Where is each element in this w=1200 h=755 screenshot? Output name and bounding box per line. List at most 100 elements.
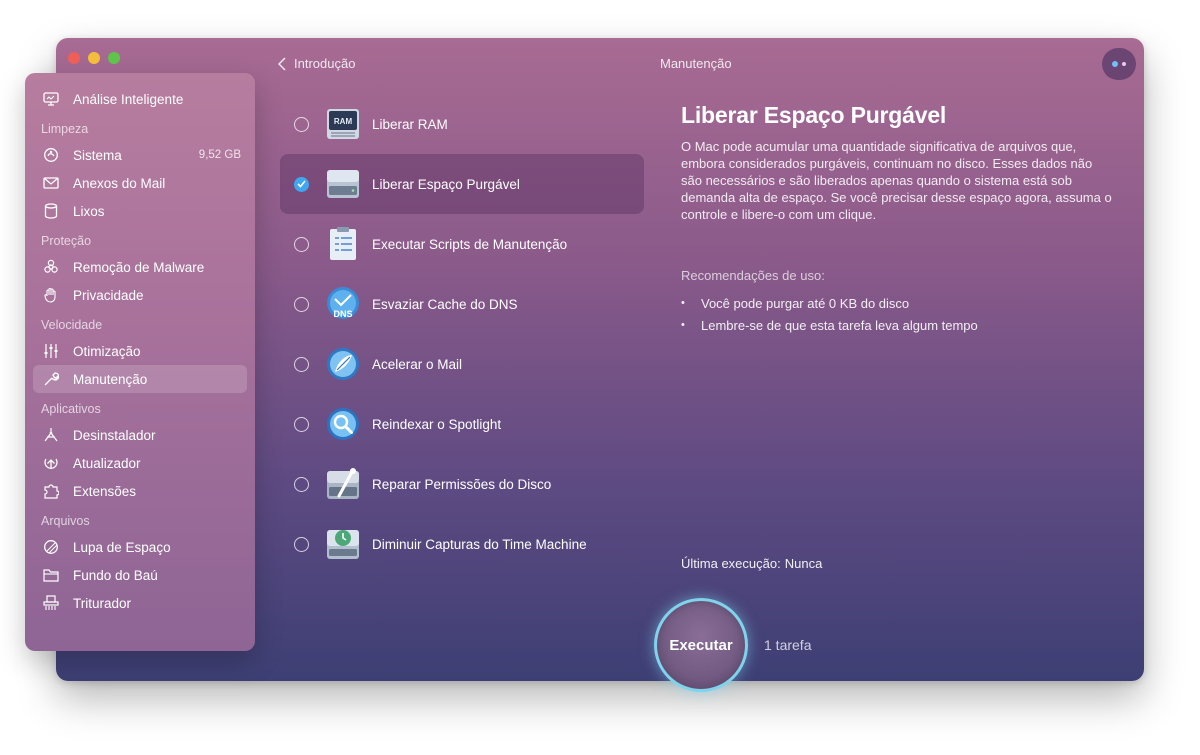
- task-checkbox[interactable]: [294, 476, 309, 492]
- list-item: • Lembre-se de que esta tarefa leva algum…: [681, 314, 978, 336]
- sidebar-section-title: Velocidade: [41, 318, 103, 332]
- task-checkbox[interactable]: [294, 356, 309, 372]
- recommendation-text: Você pode purgar até 0 KB do disco: [701, 295, 910, 311]
- task-run-maintenance-scripts[interactable]: Executar Scripts de Manutenção: [280, 214, 644, 274]
- sidebar-section-title: Limpeza: [41, 122, 89, 136]
- sidebar-item-updater[interactable]: Atualizador: [33, 449, 247, 477]
- task-label: Reparar Permissões do Disco: [372, 476, 552, 492]
- sidebar-item-label: Lupa de Espaço: [73, 539, 171, 555]
- sidebar-item-space-lens[interactable]: Lupa de Espaço: [33, 533, 247, 561]
- task-checkbox[interactable]: [294, 296, 309, 312]
- space-lens-icon: [42, 538, 60, 556]
- sidebar-item-label: Manutenção: [73, 371, 148, 387]
- clipboard-icon: [330, 227, 356, 260]
- sidebar-item-trash[interactable]: Lixos: [33, 197, 247, 225]
- task-free-purgeable-space[interactable]: Liberar Espaço Purgável: [280, 154, 644, 214]
- task-repair-disk-permissions[interactable]: Reparar Permissões do Disco: [280, 454, 644, 514]
- sidebar-item-label: Fundo do Baú: [73, 567, 158, 583]
- sidebar-item-label: Análise Inteligente: [73, 91, 184, 107]
- sliders-icon: [42, 342, 60, 360]
- sidebar-item-label: Privacidade: [73, 287, 144, 303]
- sidebar-item-optimization[interactable]: Otimização: [33, 337, 247, 365]
- system-icon: [42, 146, 60, 164]
- maintenance-task-list: RAM Liberar RAM Liberar Espaço Purgável …: [280, 94, 644, 574]
- task-speed-up-mail[interactable]: Acelerar o Mail: [280, 334, 644, 394]
- task-checkbox[interactable]: [294, 416, 309, 432]
- task-checkbox[interactable]: [294, 116, 309, 132]
- recommendations-list: • Você pode purgar até 0 KB do disco • Lem…: [681, 292, 978, 336]
- task-free-ram[interactable]: RAM Liberar RAM: [280, 94, 644, 154]
- updater-icon: [42, 454, 60, 472]
- recommendation-text: Lembre-se de que esta tarefa leva algum …: [701, 317, 978, 333]
- dot-icon: [1112, 61, 1118, 67]
- task-label: Liberar Espaço Purgável: [372, 176, 520, 192]
- task-detail-pane: Liberar Espaço Purgável O Mac pode acumu…: [681, 102, 1121, 223]
- sidebar-section-title: Aplicativos: [41, 402, 101, 416]
- selected-task-count: 1 tarefa: [764, 637, 812, 653]
- sidebar-item-malware-removal[interactable]: Remoção de Malware: [33, 253, 247, 281]
- sidebar-item-maintenance[interactable]: Manutenção: [33, 365, 247, 393]
- sidebar-item-system[interactable]: Sistema 9,52 GB: [33, 141, 247, 169]
- run-button-label: Executar: [669, 636, 733, 654]
- task-label: Acelerar o Mail: [372, 356, 463, 372]
- bullet-icon: •: [681, 319, 685, 331]
- sidebar-section-title: Arquivos: [41, 514, 90, 528]
- task-label: Diminuir Capturas do Time Machine: [372, 536, 587, 552]
- sidebar-item-label: Atualizador: [73, 455, 141, 471]
- page-title: Manutenção: [660, 56, 732, 71]
- system-size-value: 9,52 GB: [198, 149, 241, 161]
- uninstaller-icon: [42, 426, 60, 444]
- shredder-icon: [42, 594, 60, 612]
- sidebar-item-label: Otimização: [73, 343, 141, 359]
- minimize-window-button[interactable]: [88, 52, 100, 64]
- task-label: Esvaziar Cache do DNS: [372, 296, 518, 312]
- checkmark-icon: [297, 180, 306, 188]
- trash-icon: [42, 202, 60, 220]
- sidebar-item-label: Sistema: [73, 147, 122, 163]
- sidebar-item-shredder[interactable]: Triturador: [33, 589, 247, 617]
- recommendations-title: Recomendações de uso:: [681, 268, 825, 283]
- list-item: • Você pode purgar até 0 KB do disco: [681, 292, 978, 314]
- ram-icon-text: RAM: [334, 117, 353, 126]
- chevron-left-icon: [278, 56, 286, 71]
- mail-icon: [42, 174, 60, 192]
- sidebar-item-label: Anexos do Mail: [73, 175, 166, 191]
- task-checkbox[interactable]: [294, 536, 309, 552]
- last-run-value: Nunca: [784, 556, 823, 571]
- task-checkbox[interactable]: [294, 236, 309, 252]
- sidebar-item-extensions[interactable]: Extensões: [33, 477, 247, 505]
- detail-title: Liberar Espaço Purgável: [681, 102, 947, 128]
- sidebar-item-label: Remoção de Malware: [73, 259, 205, 275]
- back-button[interactable]: Introdução: [278, 56, 355, 71]
- task-thin-time-machine-snapshots[interactable]: Diminuir Capturas do Time Machine: [280, 514, 644, 574]
- folder-icon: [42, 566, 60, 584]
- monitor-icon: [42, 90, 60, 108]
- biohazard-icon: [42, 258, 60, 276]
- spotlight-icon: [327, 408, 359, 440]
- task-reindex-spotlight[interactable]: Reindexar o Spotlight: [280, 394, 644, 454]
- ram-icon: RAM: [327, 109, 359, 139]
- zoom-window-button[interactable]: [108, 52, 120, 64]
- task-flush-dns-cache[interactable]: DNS Esvaziar Cache do DNS: [280, 274, 644, 334]
- sidebar-item-smart-scan[interactable]: Análise Inteligente: [33, 85, 247, 113]
- extensions-icon: [42, 482, 60, 500]
- detail-description: O Mac pode acumular uma quantidade signi…: [681, 139, 1112, 222]
- sidebar-item-mail-attachments[interactable]: Anexos do Mail: [33, 169, 247, 197]
- wrench-icon: [42, 370, 60, 388]
- sidebar: Análise Inteligente Limpeza Sistema 9,52…: [25, 73, 255, 651]
- dns-icon: DNS: [327, 287, 359, 319]
- sidebar-item-privacy[interactable]: Privacidade: [33, 281, 247, 309]
- hand-icon: [42, 286, 60, 304]
- sidebar-item-label: Desinstalador: [73, 427, 156, 443]
- assistant-menu-button[interactable]: [1102, 48, 1136, 80]
- task-label: Reindexar o Spotlight: [372, 416, 502, 432]
- back-label: Introdução: [294, 56, 356, 71]
- drive-icon: [327, 170, 359, 198]
- dot-icon: [1122, 62, 1126, 66]
- close-window-button[interactable]: [68, 52, 80, 64]
- run-button[interactable]: Executar: [654, 598, 748, 692]
- sidebar-item-uninstaller[interactable]: Desinstalador: [33, 421, 247, 449]
- task-label: Executar Scripts de Manutenção: [372, 236, 568, 252]
- sidebar-item-large-old-files[interactable]: Fundo do Baú: [33, 561, 247, 589]
- task-checkbox-checked[interactable]: [294, 176, 309, 192]
